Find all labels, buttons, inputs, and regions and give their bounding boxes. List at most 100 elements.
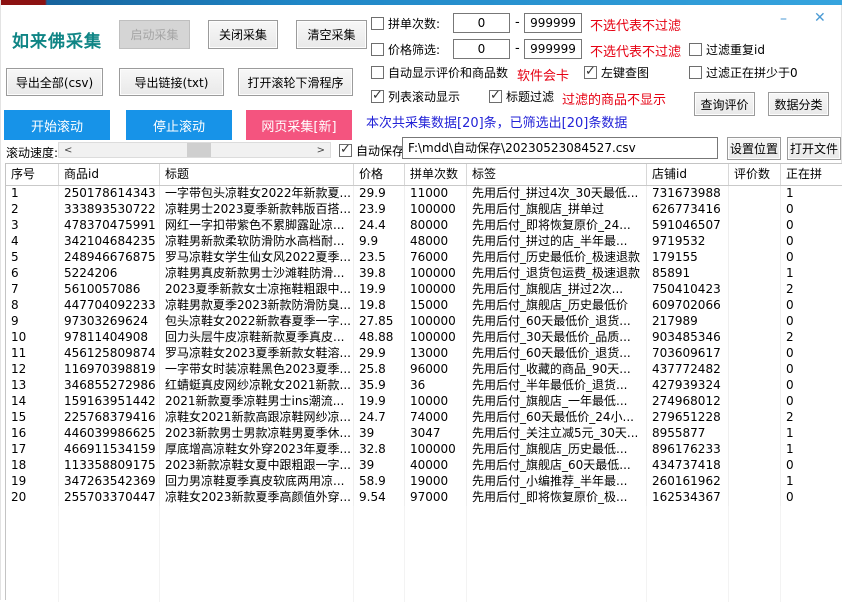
- table-cell: 5610057086: [59, 282, 160, 298]
- close-icon[interactable]: ✕: [814, 11, 826, 25]
- table-cell: [729, 314, 781, 330]
- table-cell: 厚底增高凉鞋女外穿2023年夏季...: [160, 442, 354, 458]
- stop-scroll-button[interactable]: 停止滚动: [126, 110, 232, 140]
- list-scroll-display-checkbox[interactable]: 列表滚动显示: [371, 88, 460, 104]
- checkbox-box[interactable]: [489, 90, 502, 103]
- slider-thumb[interactable]: [187, 143, 211, 157]
- table-cell: 凉鞋男真皮新款男士沙滩鞋防滑...: [160, 266, 354, 282]
- table-cell: 10000: [405, 394, 467, 410]
- export-links-txt-button[interactable]: 导出链接(txt): [119, 68, 224, 96]
- checkbox-box[interactable]: [689, 43, 702, 56]
- table-row[interactable]: 12116970398819一字带女时装凉鞋黑色2023夏季...25.8960…: [6, 362, 842, 378]
- autosave-path-input[interactable]: F:\mdd\自动保存\20230523084527.csv: [402, 137, 718, 159]
- table-row[interactable]: 15225768379416凉鞋女2021新款高跟凉鞋网纱凉...24.7740…: [6, 410, 842, 426]
- table-cell: 100000: [405, 266, 467, 282]
- table-row[interactable]: 181133588091752023新款凉鞋女夏中跟粗跟一字...3940000…: [6, 458, 842, 474]
- table-header-row: 序号商品id标题价格拼单次数标签店铺id评价数正在拼: [6, 164, 842, 186]
- auto-show-rating-label: 自动显示评价和商品数: [388, 64, 508, 81]
- open-wheel-scroller-button[interactable]: 打开滚轮下滑程序: [238, 68, 353, 96]
- table-row[interactable]: 17466911534159厚底增高凉鞋女外穿2023年夏季...32.8100…: [6, 442, 842, 458]
- table-cell: 凉鞋女2021新款高跟凉鞋网纱凉...: [160, 410, 354, 426]
- table-row[interactable]: 19347263542369回力男凉鞋夏季真皮软底两用凉...58.919000…: [6, 474, 842, 490]
- table-cell: 11: [6, 346, 59, 362]
- column-header[interactable]: 标题: [160, 164, 354, 185]
- column-header[interactable]: 店铺id: [647, 164, 729, 185]
- table-row[interactable]: 141591639514422021新款夏季凉鞋男士ins潮流...19.910…: [6, 394, 842, 410]
- filter-duplicate-id-checkbox[interactable]: 过滤重复id: [689, 41, 765, 57]
- table-row[interactable]: 756100570862023夏季新款女士凉拖鞋粗跟中...19.9100000…: [6, 282, 842, 298]
- table-cell: [729, 202, 781, 218]
- title-filter-checkbox[interactable]: 标题过滤: [489, 88, 554, 104]
- table-row[interactable]: 3478370475991网红一字扣带紫色不累脚露趾凉...24.480000先…: [6, 218, 842, 234]
- table-cell: 4: [6, 234, 59, 250]
- table-row[interactable]: 8447704092233凉鞋男款夏季2023新款防滑防臭...19.81500…: [6, 298, 842, 314]
- slider-left-arrow-icon[interactable]: <: [64, 144, 72, 157]
- export-all-csv-button[interactable]: 导出全部(csv): [6, 68, 103, 96]
- table-cell: 凉鞋男新款柔软防滑防水高档耐...: [160, 234, 354, 250]
- checkbox-box[interactable]: [371, 17, 384, 30]
- column-header[interactable]: 评价数: [729, 164, 781, 185]
- table-cell: 39: [354, 426, 405, 442]
- table-row[interactable]: 20255703370447凉鞋女2023新款夏季高颜值外穿...9.54970…: [6, 490, 842, 506]
- close-collect-button[interactable]: 关闭采集: [208, 20, 278, 49]
- price-range-separator: -: [515, 41, 520, 56]
- checkbox-box[interactable]: [371, 43, 384, 56]
- table-cell: [729, 362, 781, 378]
- table-cell: 1: [781, 186, 842, 202]
- price-max-input[interactable]: 999999: [524, 39, 582, 59]
- left-click-view-image-checkbox[interactable]: 左键查图: [584, 64, 649, 80]
- column-header[interactable]: 价格: [354, 164, 405, 185]
- table-row[interactable]: 13346855272986红蜻蜓真皮网纱凉靴女2021新款...35.936先…: [6, 378, 842, 394]
- table-cell: 9.54: [354, 490, 405, 506]
- query-rating-button[interactable]: 查询评价: [694, 92, 755, 116]
- pin-count-max-input[interactable]: 999999: [524, 13, 582, 33]
- table-cell: 1: [6, 186, 59, 202]
- pin-count-filter-checkbox[interactable]: 拼单次数:: [371, 15, 440, 31]
- table-cell: 2: [781, 282, 842, 298]
- minimize-icon[interactable]: –: [780, 12, 787, 26]
- slider-right-arrow-icon[interactable]: >: [317, 144, 325, 157]
- column-header[interactable]: 正在拼: [781, 164, 842, 185]
- open-file-button[interactable]: 打开文件: [787, 137, 841, 160]
- table-cell: 97811404908: [59, 330, 160, 346]
- table-cell: 39: [354, 458, 405, 474]
- table-row[interactable]: 11456125809874罗马凉鞋女2023夏季新款女鞋溶...29.9130…: [6, 346, 842, 362]
- price-min-input[interactable]: 0: [453, 39, 510, 59]
- table-row[interactable]: 997303269624包头凉鞋女2022新款春夏季一字...27.851000…: [6, 314, 842, 330]
- checkbox-box[interactable]: [689, 66, 702, 79]
- checkbox-box[interactable]: [584, 66, 597, 79]
- table-row[interactable]: 2333893530722凉鞋男士2023夏季新款韩版百搭...23.91000…: [6, 202, 842, 218]
- table-cell: 先用后付_关注立减5元_30天...: [467, 426, 647, 442]
- table-row[interactable]: 4342104684235凉鞋男新款柔软防滑防水高档耐...9.948000先用…: [6, 234, 842, 250]
- column-header[interactable]: 商品id: [59, 164, 160, 185]
- web-collect-new-button[interactable]: 网页采集[新]: [246, 110, 352, 140]
- auto-show-rating-checkbox[interactable]: 自动显示评价和商品数: [371, 64, 508, 80]
- pin-count-min-input[interactable]: 0: [453, 13, 510, 33]
- scroll-speed-slider[interactable]: < >: [58, 142, 331, 158]
- table-row[interactable]: 1097811404908回力头层牛皮凉鞋新款夏季真皮...48.8810000…: [6, 330, 842, 346]
- autosave-checkbox[interactable]: 自动保存: [339, 142, 404, 158]
- table-cell: 7: [6, 282, 59, 298]
- column-header[interactable]: 拼单次数: [405, 164, 467, 185]
- checkbox-box[interactable]: [371, 90, 384, 103]
- table-cell: 19.8: [354, 298, 405, 314]
- table-cell: 先用后付_旗舰店_历史最低...: [467, 442, 647, 458]
- clear-collect-button[interactable]: 清空采集: [296, 20, 367, 49]
- table-row[interactable]: 65224206凉鞋男真皮新款男士沙滩鞋防滑...39.8100000先用后付_…: [6, 266, 842, 282]
- data-classify-button[interactable]: 数据分类: [768, 92, 829, 116]
- table-cell: 12: [6, 362, 59, 378]
- column-header[interactable]: 标签: [467, 164, 647, 185]
- table-row[interactable]: 164460399866252023新款男士男款凉鞋男夏季休...393047先…: [6, 426, 842, 442]
- table-cell: 11000: [405, 186, 467, 202]
- checkbox-box[interactable]: [371, 66, 384, 79]
- table-row[interactable]: 1250178614343一字带包头凉鞋女2022年新款夏...29.91100…: [6, 186, 842, 202]
- table-cell: 13: [6, 378, 59, 394]
- column-header[interactable]: 序号: [6, 164, 59, 185]
- start-scroll-button[interactable]: 开始滚动: [4, 110, 110, 140]
- empty-cell: [729, 506, 781, 602]
- table-row[interactable]: 5248946676875罗马凉鞋女学生仙女风2022夏季...23.57600…: [6, 250, 842, 266]
- filter-min-zero-checkbox[interactable]: 过滤正在拼少于0: [689, 64, 798, 80]
- set-position-button[interactable]: 设置位置: [727, 137, 781, 160]
- price-filter-checkbox[interactable]: 价格筛选:: [371, 41, 440, 57]
- checkbox-box[interactable]: [339, 144, 352, 157]
